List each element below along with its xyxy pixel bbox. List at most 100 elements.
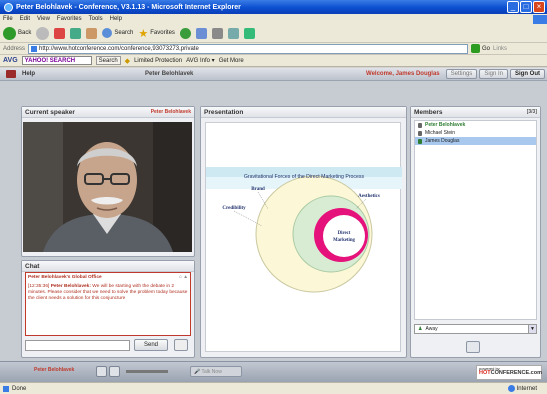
menu-favorites[interactable]: Favorites [57, 16, 82, 22]
go-button[interactable]: Go [471, 44, 490, 53]
close-button[interactable]: × [533, 1, 545, 13]
refresh-icon[interactable] [70, 27, 82, 39]
globe-icon [507, 385, 515, 392]
address-label: Address [3, 45, 26, 52]
chat-input[interactable] [25, 340, 130, 351]
home-icon[interactable] [86, 27, 98, 39]
get-more-link[interactable]: Get More [219, 58, 244, 64]
help-icon[interactable] [6, 70, 16, 78]
powered-by-logo[interactable]: powered by HOTCONFERENCE.com [476, 365, 542, 380]
user-icon [418, 138, 422, 144]
share-icon[interactable] [466, 341, 480, 353]
search-button[interactable]: Search [102, 28, 133, 38]
address-input[interactable]: http://www.hotconference.com/conference,… [28, 43, 469, 54]
settings-button[interactable]: Settings [445, 69, 478, 79]
page-done-icon [3, 385, 9, 392]
avg-logo: AVG [3, 57, 18, 64]
members-header: Members [3/3] [411, 107, 540, 118]
member-row[interactable]: Peter Belohlavek [415, 121, 536, 129]
members-count: [3/3] [526, 109, 537, 115]
members-list: Peter Belohlavek Michael Stein James Dou… [414, 120, 537, 320]
history-icon[interactable] [179, 27, 191, 39]
current-speaker-title: Current speaker [25, 108, 75, 116]
yahoo-search-input[interactable]: YAHOO! SEARCH [21, 56, 92, 65]
help-link[interactable]: Help [22, 71, 35, 77]
chat-message-time: [12:35:36] [28, 284, 50, 289]
star-icon: ★ [138, 27, 149, 40]
chat-log[interactable]: Peter Belohlavek's Global Office ⌂ ▲ [12… [25, 272, 191, 336]
status-left-text: Done [12, 385, 27, 392]
label-brand: Brand [251, 187, 265, 192]
mute-button[interactable] [109, 366, 120, 377]
yahoo-search-placeholder: YAHOO! SEARCH [24, 58, 76, 64]
member-name: Peter Belohlavek [425, 122, 466, 128]
bell-icon[interactable] [174, 339, 188, 351]
speaker-video-image [23, 122, 192, 252]
maximize-button[interactable]: □ [520, 1, 532, 13]
print-icon[interactable] [211, 27, 223, 39]
speaker-video [23, 122, 192, 252]
links-label[interactable]: Links [493, 46, 507, 52]
member-row[interactable]: Michael Stein [415, 129, 536, 137]
back-button[interactable]: Back [3, 26, 31, 40]
label-marketing: Marketing [333, 238, 355, 243]
conference-appbar: Help Peter Belohlavek Welcome, James Dou… [0, 68, 547, 81]
slide-diagram: Gravitational Forces of the Direct Marke… [206, 167, 402, 293]
address-bar: Address http://www.hotconference.com/con… [0, 43, 547, 55]
shield-icon: ◆ [124, 57, 131, 65]
member-name: James Douglas [425, 138, 460, 144]
messenger-icon[interactable] [243, 27, 255, 39]
back-arrow-icon [3, 26, 16, 40]
bottom-speaker-name: Peter Belohlavek [34, 367, 75, 373]
avg-info-link[interactable]: AVG Info ▾ [186, 57, 215, 64]
sign-in-button[interactable]: Sign In [479, 69, 508, 79]
members-title: Members [414, 108, 443, 116]
zone-indicator: Internet [507, 385, 537, 392]
presentation-slide: Gravitational Forces of the Direct Marke… [205, 122, 402, 352]
stop-icon[interactable] [54, 27, 66, 39]
current-speaker-header: Current speaker Peter Belohlavek [22, 107, 194, 118]
forward-button[interactable] [36, 26, 50, 40]
menu-view[interactable]: View [37, 16, 50, 22]
limited-protection-link[interactable]: Limited Protection [134, 58, 182, 64]
member-row-selected[interactable]: James Douglas [415, 137, 536, 145]
welcome-text: Welcome, James Douglas [366, 71, 440, 77]
volume-slider[interactable] [126, 370, 168, 373]
label-credibility: Credibility [222, 206, 246, 211]
windows-flag-icon [533, 14, 547, 24]
talk-now-button[interactable]: 🎤 Talk Now [190, 366, 242, 377]
menu-help[interactable]: Help [110, 16, 122, 22]
browser-toolbar: Back Search ★ Favorites [0, 24, 547, 43]
ie-logo-icon [4, 2, 13, 12]
label-aesthetics: Aesthetics [358, 194, 380, 199]
audio-controls [96, 366, 168, 377]
menu-tools[interactable]: Tools [89, 16, 103, 22]
zone-text: Internet [516, 385, 537, 392]
sign-out-button[interactable]: Sign Out [510, 69, 545, 79]
favorites-button[interactable]: ★ Favorites [138, 27, 175, 40]
mail-icon[interactable] [195, 27, 207, 39]
status-select[interactable]: ♟ Away ▼ [414, 324, 537, 334]
menu-edit[interactable]: Edit [20, 16, 30, 22]
menu-bar: File Edit View Favorites Tools Help [0, 14, 547, 24]
minimize-button[interactable]: _ [507, 1, 519, 13]
current-speaker-name: Peter Belohlavek [150, 109, 191, 115]
chat-message: [12:35:36] Peter Belohlavek: We will be … [28, 284, 188, 302]
status-icon: ♟ [418, 326, 423, 332]
menu-file[interactable]: File [3, 16, 13, 22]
chat-room-name: Peter Belohlavek's Global Office [28, 275, 102, 280]
presentation-header: Presentation [201, 107, 406, 118]
send-button[interactable]: Send [134, 339, 168, 351]
brand-text: HOTCONFERENCE.com [479, 370, 542, 376]
hand-raise-button[interactable] [96, 366, 107, 377]
avg-search-button[interactable]: Search [95, 56, 121, 65]
go-arrow-icon [471, 44, 481, 53]
window-controls: _ □ × [507, 1, 545, 13]
chat-title: Chat [25, 262, 40, 270]
user-icon [418, 122, 422, 128]
edit-icon[interactable] [227, 27, 239, 39]
status-value: Away [425, 326, 438, 332]
browser-statusbar: Done Internet [0, 382, 547, 394]
chat-options-icon[interactable]: ⌂ ▲ [179, 275, 188, 281]
window-titlebar: Peter Belohlavek - Conference, V3.1.13 -… [0, 0, 547, 14]
